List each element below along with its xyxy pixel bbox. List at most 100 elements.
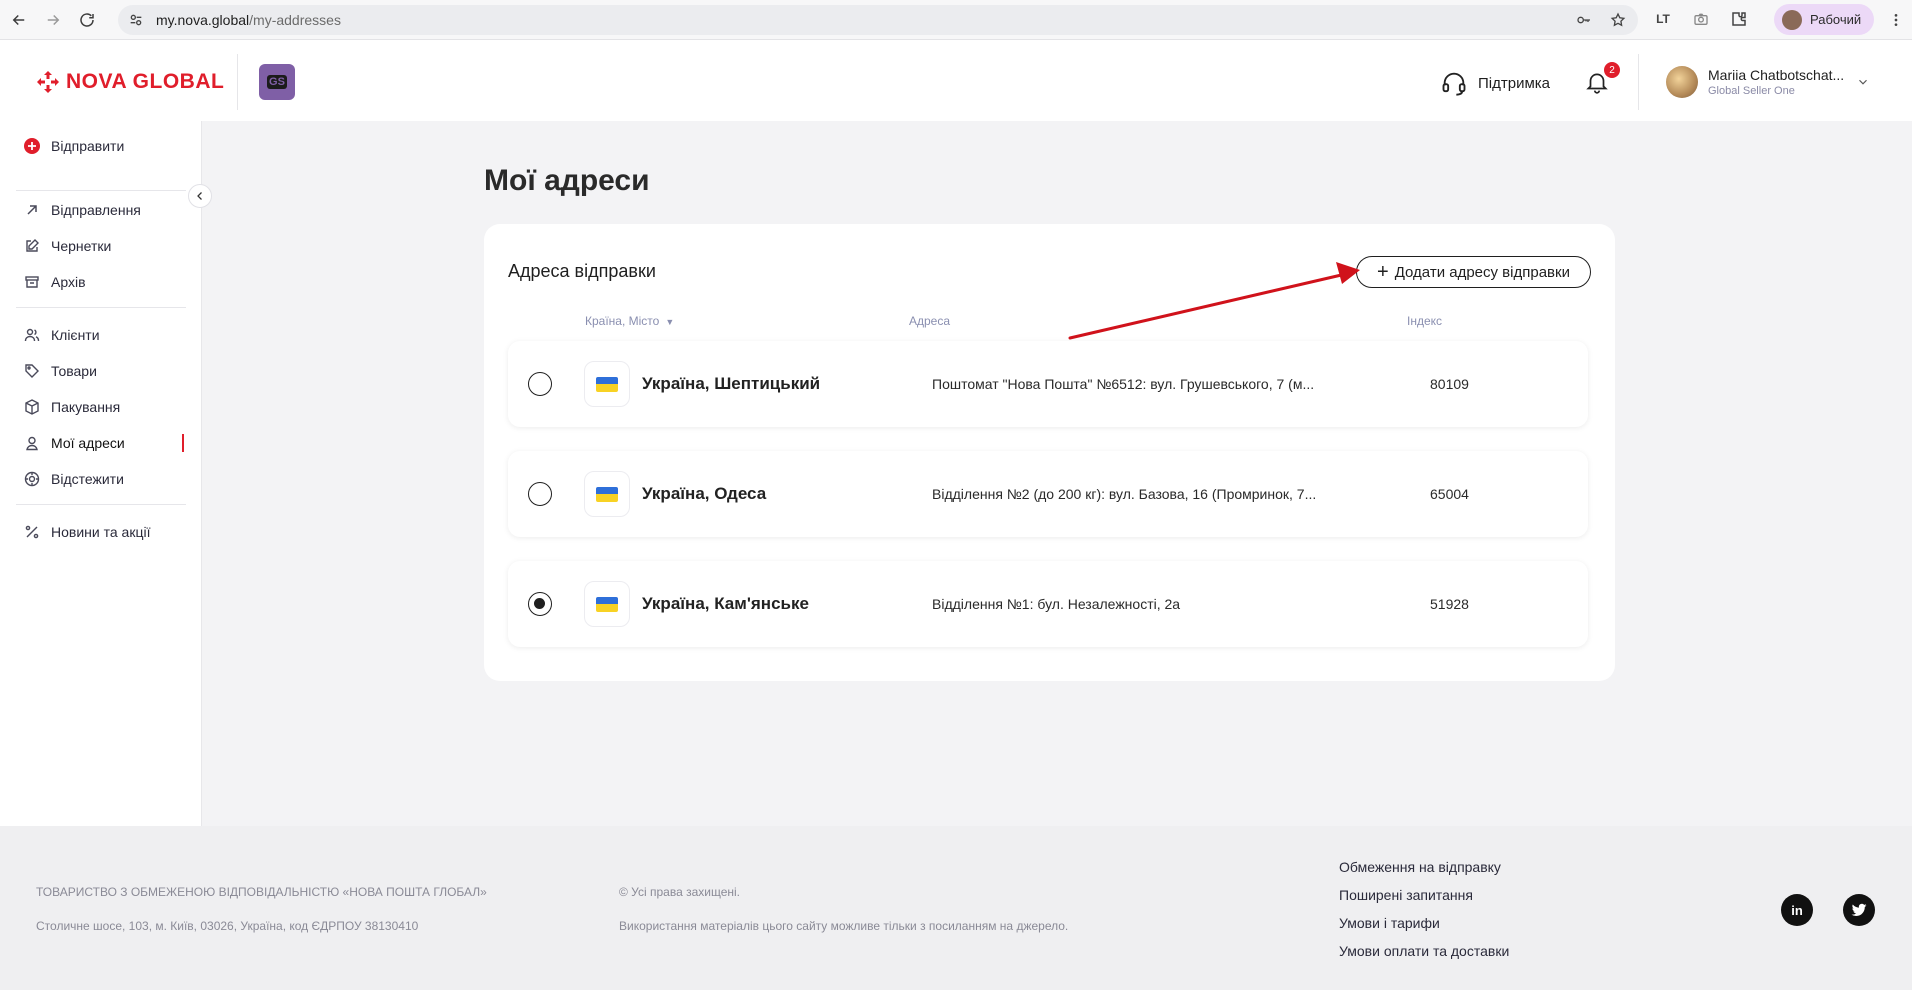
add-address-button[interactable]: + Додати адресу відправки [1356, 256, 1591, 288]
column-header-country-city[interactable]: Країна, Місто ▼ [585, 314, 674, 328]
footer-link-faq[interactable]: Поширені запитання [1339, 887, 1473, 903]
address-text: Поштомат "Нова Пошта" №6512: вул. Грушев… [932, 376, 1315, 392]
target-icon [24, 471, 40, 487]
ukraine-flag-icon [584, 581, 630, 627]
headset-icon [1442, 72, 1466, 96]
twitter-icon[interactable] [1843, 894, 1875, 926]
sidebar-item-archive[interactable]: Архів [24, 271, 86, 293]
box-icon [24, 399, 40, 415]
address-row[interactable]: Україна, Одеса Відділення №2 (до 200 кг)… [508, 451, 1588, 537]
app-header: NOVA GLOBAL GS Підтримка Mariia Chatbots… [0, 40, 1912, 121]
sidebar-item-shipments[interactable]: Відправлення [24, 199, 141, 221]
column-header-index: Індекс [1407, 314, 1443, 328]
sidebar-divider [16, 504, 186, 505]
footer-address: Столичне шосе, 103, м. Київ, 03026, Укра… [36, 919, 419, 933]
ukraine-flag-icon [584, 471, 630, 517]
sidebar-item-label: Відправити [51, 138, 125, 154]
sidebar-item-send[interactable]: Відправити [24, 135, 124, 157]
sidebar-item-track[interactable]: Відстежити [24, 468, 124, 490]
sidebar-divider [16, 307, 186, 308]
footer: ТОВАРИСТВО З ОБМЕЖЕНОЮ ВІДПОВІДАЛЬНІСТЮ … [0, 826, 1912, 990]
user-name: Mariia Chatbotschat... [1708, 67, 1845, 83]
address-radio-selected[interactable] [528, 592, 552, 616]
linkedin-label: in [1791, 902, 1803, 918]
linkedin-icon[interactable]: in [1781, 894, 1813, 926]
footer-rights: © Усі права захищені. [619, 885, 741, 899]
address-radio[interactable] [528, 372, 552, 396]
extensions-icon[interactable] [1728, 8, 1750, 30]
sidebar-item-label: Новини та акції [51, 524, 151, 540]
ukraine-flag-icon [584, 361, 630, 407]
arrow-up-right-icon [24, 202, 40, 218]
address-zip: 51928 [1430, 596, 1469, 612]
sidebar-item-packaging[interactable]: Пакування [24, 396, 120, 418]
address-zip: 65004 [1430, 486, 1469, 502]
logo-text: NOVA GLOBAL [66, 70, 225, 93]
support-link[interactable]: Підтримка [1440, 69, 1550, 97]
users-icon [24, 327, 40, 343]
forward-icon[interactable] [38, 5, 68, 35]
footer-link-tariffs[interactable]: Умови і тарифи [1339, 915, 1440, 931]
site-settings-icon[interactable] [126, 10, 146, 30]
address-bar[interactable]: my.nova.global/my-addresses [118, 5, 1638, 35]
address-text: Відділення №1: бул. Незалежності, 2а [932, 596, 1181, 612]
footer-link-payment[interactable]: Умови оплати та доставки [1339, 943, 1509, 959]
camera-icon[interactable] [1690, 8, 1712, 30]
reload-icon[interactable] [72, 5, 102, 35]
language-tool-icon[interactable]: LT [1652, 8, 1674, 30]
user-menu[interactable]: Mariia Chatbotschat... Global Seller One [1666, 66, 1870, 98]
user-organization: Global Seller One [1708, 85, 1795, 97]
sidebar-item-label: Відстежити [51, 471, 124, 487]
profile-label: Рабочий [1810, 12, 1862, 27]
more-vert-icon[interactable] [1886, 8, 1906, 32]
back-icon[interactable] [4, 5, 34, 35]
sort-down-icon: ▼ [665, 317, 675, 327]
header-divider [237, 54, 238, 110]
plus-circle-icon [24, 138, 40, 154]
edit-icon [24, 238, 40, 254]
percent-icon [24, 524, 40, 540]
sidebar-item-label: Архів [51, 274, 86, 290]
address-city: Україна, Кам'янське [642, 594, 809, 613]
user-avatar [1666, 66, 1698, 98]
star-icon[interactable] [1608, 10, 1628, 30]
addresses-card: Адреса відправки + Додати адресу відправ… [484, 224, 1615, 681]
sidebar-collapse-button[interactable] [188, 184, 212, 208]
footer-link-restrictions[interactable]: Обмеження на відправку [1339, 859, 1501, 875]
address-city: Україна, Одеса [642, 484, 767, 503]
sidebar-item-drafts[interactable]: Чернетки [24, 235, 111, 257]
nova-logo-icon [37, 71, 59, 93]
profile-avatar [1782, 9, 1802, 30]
sidebar-item-label: Відправлення [51, 202, 141, 218]
chevron-down-icon [1859, 79, 1868, 85]
browser-profile-chip[interactable]: Рабочий [1774, 4, 1874, 35]
key-icon[interactable] [1574, 10, 1594, 30]
sidebar-item-goods[interactable]: Товари [24, 360, 97, 382]
address-zip: 80109 [1430, 376, 1469, 392]
twitter-bird-icon [1851, 903, 1867, 916]
column-label: Країна, Місто [585, 314, 660, 328]
address-row[interactable]: Україна, Шептицький Поштомат "Нова Пошта… [508, 341, 1588, 427]
tag-icon [24, 363, 40, 379]
sidebar-item-label: Пакування [51, 399, 121, 415]
footer-company: ТОВАРИСТВО З ОБМЕЖЕНОЮ ВІДПОВІДАЛЬНІСТЮ … [36, 885, 487, 899]
sidebar-item-label: Товари [51, 363, 97, 379]
page-title: Мої адреси [484, 164, 650, 197]
browser-toolbar: my.nova.global/my-addresses LT Рабочий [0, 0, 1912, 40]
global-seller-badge[interactable]: GS [259, 64, 295, 100]
chevron-left-icon [197, 192, 202, 200]
sidebar-item-label: Чернетки [51, 238, 112, 254]
gs-badge-text: GS [267, 75, 287, 89]
location-user-icon [24, 435, 40, 451]
sidebar-item-news[interactable]: Новини та акції [24, 521, 150, 543]
address-row[interactable]: Україна, Кам'янське Відділення №1: бул. … [508, 561, 1588, 647]
sidebar-item-my-addresses[interactable]: Мої адреси [24, 432, 125, 454]
support-label: Підтримка [1478, 74, 1551, 92]
notification-count-badge: 2 [1604, 62, 1620, 78]
address-radio[interactable] [528, 482, 552, 506]
sidebar-item-clients[interactable]: Клієнти [24, 324, 100, 346]
address-city: Україна, Шептицький [642, 374, 821, 393]
sidebar-item-label: Клієнти [51, 327, 100, 343]
nova-global-logo[interactable]: NOVA GLOBAL [36, 70, 224, 94]
archive-icon [24, 274, 40, 290]
